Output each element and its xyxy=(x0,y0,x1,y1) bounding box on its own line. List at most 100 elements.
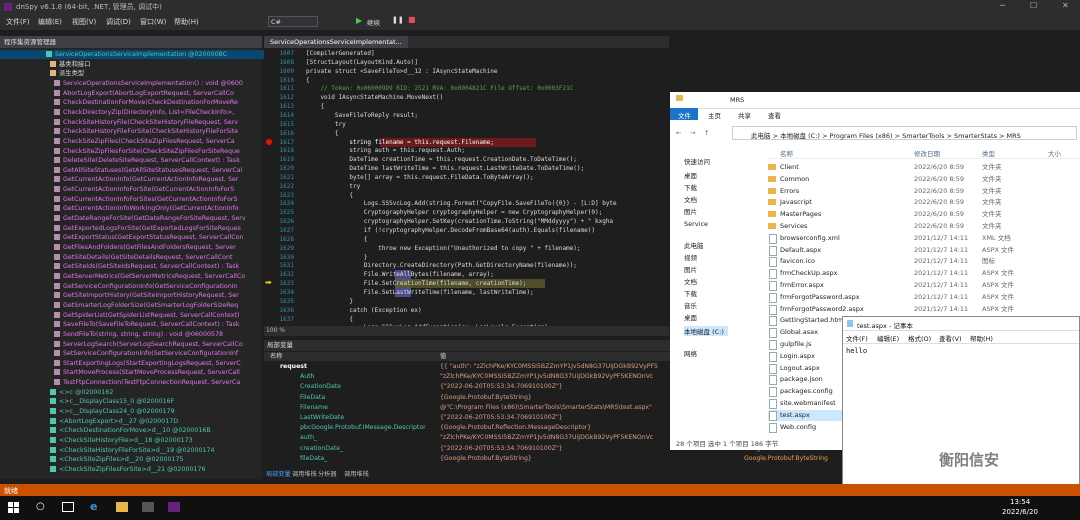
tree-item[interactable]: 基类和接口 xyxy=(0,60,300,69)
code-line[interactable]: } xyxy=(306,254,368,261)
tree-item[interactable]: GetCurrentActionInfoForSite(GetCurrentAc… xyxy=(0,185,304,194)
nav-item[interactable]: 音乐 xyxy=(684,300,697,310)
tree-item[interactable]: <>c__DisplayClass15_0 @0200016F xyxy=(0,397,300,406)
code-line[interactable]: File.SetLastWriteTime(filename, lastWrit… xyxy=(306,289,534,296)
notepad-menu-item[interactable]: 查看(V) xyxy=(939,333,962,343)
file-row[interactable]: frmForgotPassword2.aspx 2021/12/7 14:11 AS… xyxy=(768,304,1080,315)
tree-item[interactable]: <CheckSiteZipFiles>d__20 @02000175 xyxy=(0,455,300,464)
menu-edit[interactable]: 编辑(E) xyxy=(38,17,62,27)
notepad-menu-item[interactable]: 编辑(E) xyxy=(877,333,899,343)
close-button[interactable]: ✕ xyxy=(1062,1,1069,10)
code-line[interactable]: // Token: 0x060009D9 RID: 2521 RVA: 0x00… xyxy=(306,85,573,92)
nav-item[interactable]: 网络 xyxy=(684,348,697,358)
code-line[interactable]: { xyxy=(306,316,353,323)
breakpoint-icon[interactable] xyxy=(266,138,272,145)
tree-item[interactable]: <CheckSiteHistoryFileForSite>d__19 @0200… xyxy=(0,446,300,455)
tree-item[interactable]: GetCurrentActionInfoForSites(GetCurrentA… xyxy=(0,195,304,204)
tree-item[interactable]: DeleteSite(DeleteSiteRequest, ServerCall… xyxy=(0,156,304,165)
code-line[interactable]: { xyxy=(306,103,324,110)
code-line[interactable]: catch (Exception ex) xyxy=(306,307,421,314)
notepad-menu-item[interactable]: 文件(F) xyxy=(846,333,868,343)
zoom-level[interactable]: 100 % xyxy=(264,326,669,336)
up-icon[interactable]: ↑ xyxy=(704,129,709,137)
code-line[interactable]: throw new Exception("Unauthorized to cop… xyxy=(306,245,580,252)
nav-item[interactable]: 视频 xyxy=(684,252,697,262)
bottom-tab[interactable]: 分析器 xyxy=(318,470,337,480)
tree-item[interactable]: GetDateRangeForSite(GetDateRangeForSiteR… xyxy=(0,214,304,223)
code-line[interactable]: try xyxy=(306,121,346,128)
back-icon[interactable]: ← xyxy=(676,129,681,137)
tree-item[interactable]: StartExportingLogs(StartExportingLogsReq… xyxy=(0,359,304,368)
tree-item[interactable]: AbortLogExport(AbortLogExportRequest, Se… xyxy=(0,89,304,98)
tree-item[interactable]: TestFtpConnection(TestFtpConnectionReque… xyxy=(0,378,304,387)
tree-item[interactable]: GetServerMetrics(GetServerMetricsRequest… xyxy=(0,272,304,281)
menu-window[interactable]: 窗口(W) xyxy=(140,17,166,27)
menu-view[interactable]: 视图(V) xyxy=(72,17,96,27)
tree-item[interactable]: <AbortLogExport>d__27 @0200017D xyxy=(0,417,300,426)
stop-icon[interactable]: ■ xyxy=(408,15,416,24)
code-line[interactable]: string auth = this.request.Auth; xyxy=(306,147,465,154)
ribbon-tab-home[interactable]: 主页 xyxy=(708,110,721,120)
code-line[interactable]: void IAsyncStateMachine.MoveNext() xyxy=(306,94,443,101)
file-row[interactable]: frmForgotPassword.aspx 2021/12/7 14:11 ASP… xyxy=(768,292,1080,303)
tree-item[interactable]: GetSiteDetails(GetSiteDetailsRequest, Se… xyxy=(0,253,304,262)
nav-item[interactable]: 下载 xyxy=(684,288,697,298)
tree-item[interactable]: SetServiceConfigurationInfo(SetServiceCo… xyxy=(0,349,304,358)
code-line[interactable]: File.WriteAllBytes(filename, array); xyxy=(306,271,494,278)
code-line[interactable]: byte[] array = this.request.FileData.ToB… xyxy=(306,174,533,181)
code-line[interactable]: DateTime creationTime = this.request.Cre… xyxy=(306,156,577,163)
tree-item[interactable]: StartMoveProcess(StartMoveProcessRequest… xyxy=(0,368,304,377)
notepad-menu-item[interactable]: 帮助(H) xyxy=(970,333,993,343)
file-row[interactable]: Services 2022/6/20 8:59 文件夹 xyxy=(768,221,1080,232)
code-line[interactable]: DateTime lastWriteTime = this.request.La… xyxy=(306,165,584,172)
code-line[interactable]: try xyxy=(306,183,360,190)
nav-item[interactable]: 快速访问 xyxy=(684,156,710,166)
code-line[interactable]: string filename = this.request.Filename; xyxy=(306,139,494,146)
tree-item[interactable]: GetExportedLogsForSite(GetExportedLogsFo… xyxy=(0,224,304,233)
tree-item[interactable]: GetExportStatus(GetExportStatusRequest, … xyxy=(0,233,304,242)
code-line[interactable]: CryptographyHelper cryptographyHelper = … xyxy=(306,209,602,216)
minimize-button[interactable]: ─ xyxy=(1000,1,1005,10)
nav-item[interactable]: 此电脑 xyxy=(684,240,704,250)
ribbon-tab-view[interactable]: 查看 xyxy=(768,110,781,120)
tree-item[interactable]: GetCurrentActionInfoWorkingOnly(GetCurre… xyxy=(0,204,304,213)
tree-item[interactable]: GetSiteIds(GetSiteIdsRequest, ServerCall… xyxy=(0,262,304,271)
tree-item[interactable]: CheckSiteHistoryFile(CheckSiteHistoryFil… xyxy=(0,118,304,127)
file-row[interactable]: Errors 2022/6/20 8:59 文件夹 xyxy=(768,186,1080,197)
code-line[interactable]: { xyxy=(306,192,353,199)
header-type[interactable]: 类型 xyxy=(982,148,995,158)
code-line[interactable]: { xyxy=(306,236,368,243)
code-line[interactable]: Directory.CreateDirectory(Path.GetDirect… xyxy=(306,262,577,269)
menu-debug[interactable]: 调试(D) xyxy=(106,17,131,27)
code-line[interactable]: private struct <SaveFileTo>d__12 : IAsyn… xyxy=(306,68,497,75)
ribbon-tab-share[interactable]: 共享 xyxy=(738,110,751,120)
file-row[interactable]: Default.aspx 2021/12/7 14:11 ASPX 文件 xyxy=(768,245,1080,256)
dnspy-icon[interactable] xyxy=(168,502,180,512)
tree-item[interactable]: GetSiteImportHistory(GetSiteImportHistor… xyxy=(0,291,304,300)
file-row[interactable]: Common 2022/6/20 8:59 文件夹 xyxy=(768,174,1080,185)
tree-item[interactable]: SaveFileTo(SaveFileToRequest, ServerCall… xyxy=(0,320,304,329)
nav-item[interactable]: 桌面 xyxy=(684,170,697,180)
bottom-tab[interactable]: 调用堆栈 xyxy=(292,470,317,480)
tree-item[interactable]: GetFilesAndFolders(GetFilesAndFoldersReq… xyxy=(0,243,304,252)
tree-item[interactable]: GetServiceConfigurationInfo(GetServiceCo… xyxy=(0,282,304,291)
notepad-menu-item[interactable]: 格式(O) xyxy=(908,333,931,343)
nav-item[interactable]: 桌面 xyxy=(684,312,697,322)
header-size[interactable]: 大小 xyxy=(1048,148,1061,158)
code-line[interactable]: if (!cryptographyHelper.DecodeFromBase64… xyxy=(306,227,595,234)
windows-start-icon[interactable] xyxy=(8,502,20,514)
code-line[interactable]: SaveFileToReply result; xyxy=(306,112,418,119)
tab-service-operations[interactable]: ServiceOperationsServiceImplementat... xyxy=(264,36,408,48)
file-row[interactable]: frmCheckUp.aspx 2021/12/7 14:11 ASPX 文件 xyxy=(768,268,1080,280)
tree-item[interactable]: GetSmarterLogFolderSize(GetSmarterLogFol… xyxy=(0,301,304,310)
tree-item[interactable]: ServiceOperationsServiceImplementation @… xyxy=(0,50,296,59)
file-row[interactable]: Client 2022/6/20 8:59 文件夹 xyxy=(768,162,1080,173)
search-icon[interactable]: ○ xyxy=(36,501,45,512)
tree-item[interactable]: <CheckSiteZipFilesForSite>d__21 @0200017… xyxy=(0,465,300,474)
tree-item[interactable]: CheckSiteZipFiles(CheckSiteZipFilesReque… xyxy=(0,137,304,146)
nav-item[interactable]: 文档 xyxy=(684,276,697,286)
server-manager-icon[interactable] xyxy=(142,502,154,512)
forward-icon[interactable]: → xyxy=(690,129,695,137)
code-line[interactable]: { xyxy=(306,77,310,84)
maximize-button[interactable]: ☐ xyxy=(1030,1,1037,10)
